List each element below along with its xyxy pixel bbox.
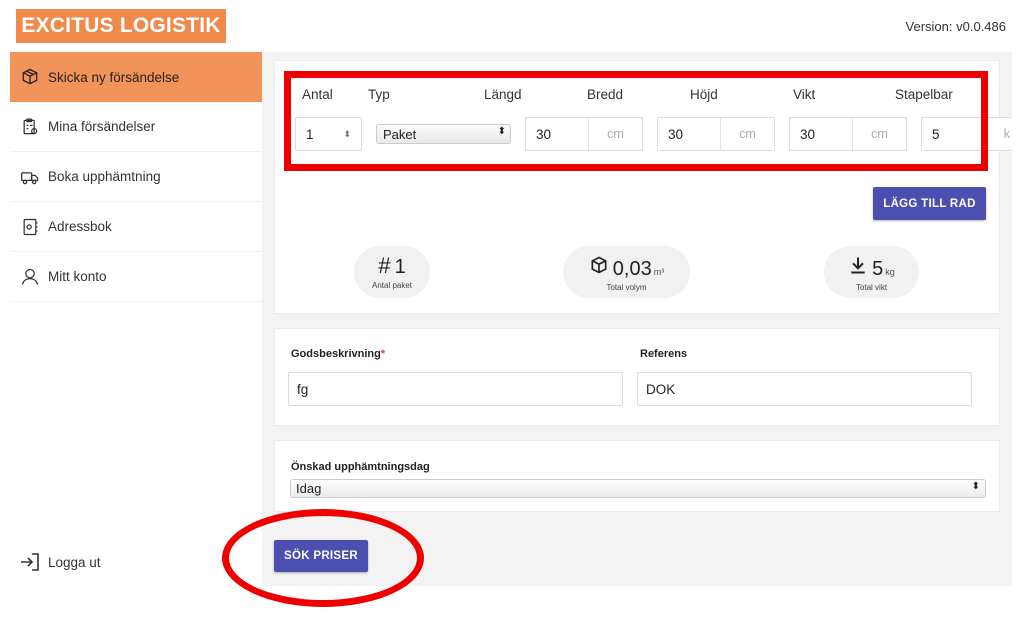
- bredd-unit: cm: [720, 118, 774, 150]
- search-prices-button[interactable]: SÖK PRISER: [274, 540, 368, 572]
- sidebar-item-mitt-konto[interactable]: Mitt konto: [10, 252, 262, 302]
- count-value: 1: [394, 256, 406, 278]
- antal-value: 1: [306, 126, 314, 142]
- hojd-value: 30: [800, 126, 816, 142]
- volume-unit: m³: [653, 267, 665, 277]
- hojd-unit: cm: [852, 118, 906, 150]
- sidebar-item-adressbok[interactable]: Adressbok: [10, 202, 262, 252]
- vikt-value: 5: [932, 126, 940, 142]
- version-label: Version: v0.0.486: [905, 19, 1006, 34]
- brand-logo: EXCITUS LOGISTIK: [16, 9, 226, 43]
- bredd-field[interactable]: 30 cm: [657, 117, 775, 151]
- header-antal: Antal: [302, 87, 333, 102]
- typ-select[interactable]: Paket ⬍: [376, 124, 511, 144]
- header-vikt: Vikt: [793, 87, 816, 102]
- pickup-day-select[interactable]: Idag ⬍: [290, 479, 986, 498]
- sidebar-item-label: Mitt konto: [48, 269, 107, 284]
- clipboard-icon: [18, 115, 42, 139]
- summary-count: # 1 Antal paket: [354, 246, 430, 298]
- goods-description-input[interactable]: fg: [288, 372, 623, 406]
- langd-value: 30: [536, 126, 552, 142]
- bredd-value: 30: [668, 126, 684, 142]
- sidebar-item-label: Mina försändelser: [48, 119, 156, 134]
- download-icon: [848, 255, 868, 279]
- pickup-label: Önskad upphämtningsdag: [291, 461, 430, 473]
- vikt-unit: k: [982, 118, 1012, 150]
- antal-stepper[interactable]: 1 ⬍: [295, 117, 362, 151]
- count-label: Antal paket: [371, 281, 413, 290]
- address-book-icon: [18, 215, 42, 239]
- logout-icon: [18, 550, 42, 574]
- sidebar-item-skicka[interactable]: Skicka ny försändelse: [10, 52, 262, 102]
- sidebar: Skicka ny försändelse Mina försändelser …: [10, 52, 262, 612]
- header-typ: Typ: [368, 87, 390, 102]
- header-langd: Längd: [484, 87, 522, 102]
- weight-unit: kg: [885, 267, 895, 277]
- summary-weight: 5 kg Total vikt: [824, 246, 919, 298]
- header-bredd: Bredd: [587, 87, 624, 102]
- select-arrows-icon: ⬍: [971, 481, 980, 492]
- select-arrows-icon: ⬍: [497, 126, 506, 137]
- sidebar-item-label: Boka upphämtning: [48, 169, 161, 184]
- volume-value: 0,03: [612, 258, 652, 280]
- header-stapelbar: Stapelbar: [895, 87, 953, 102]
- summary-volume: 0,03 m³ Total volym: [563, 246, 690, 298]
- pickup-day-value: Idag: [296, 481, 322, 496]
- volume-label: Total volym: [606, 283, 647, 292]
- langd-unit: cm: [588, 118, 642, 150]
- sidebar-item-label: Skicka ny försändelse: [48, 69, 180, 85]
- hash-icon: #: [378, 253, 391, 278]
- typ-value: Paket: [383, 126, 417, 142]
- vikt-field[interactable]: 5 k: [921, 117, 1012, 151]
- sidebar-item-mina[interactable]: Mina försändelser: [10, 102, 262, 152]
- reference-label: Referens: [640, 348, 688, 360]
- langd-field[interactable]: 30 cm: [525, 117, 643, 151]
- header-hojd: Höjd: [690, 87, 718, 102]
- goods-label: Godsbeskrivning*: [291, 348, 385, 360]
- sidebar-item-label: Adressbok: [48, 219, 112, 234]
- required-marker: *: [380, 348, 386, 360]
- user-icon: [18, 265, 42, 289]
- logout-button[interactable]: Logga ut: [10, 540, 262, 584]
- sidebar-item-boka[interactable]: Boka upphämtning: [10, 152, 262, 202]
- weight-value: 5: [872, 258, 884, 280]
- add-row-button[interactable]: LÄGG TILL RAD: [873, 187, 986, 220]
- stepper-arrows-icon[interactable]: ⬍: [343, 129, 351, 140]
- truck-icon: [18, 165, 42, 189]
- weight-label: Total vikt: [855, 283, 888, 292]
- goods-label-text: Godsbeskrivning: [291, 348, 381, 360]
- hojd-field[interactable]: 30 cm: [789, 117, 907, 151]
- box-send-icon: [18, 65, 42, 89]
- cube-icon: [589, 255, 609, 279]
- reference-input[interactable]: DOK: [637, 372, 972, 406]
- logout-label: Logga ut: [48, 554, 101, 570]
- pickup-card: [274, 440, 1000, 512]
